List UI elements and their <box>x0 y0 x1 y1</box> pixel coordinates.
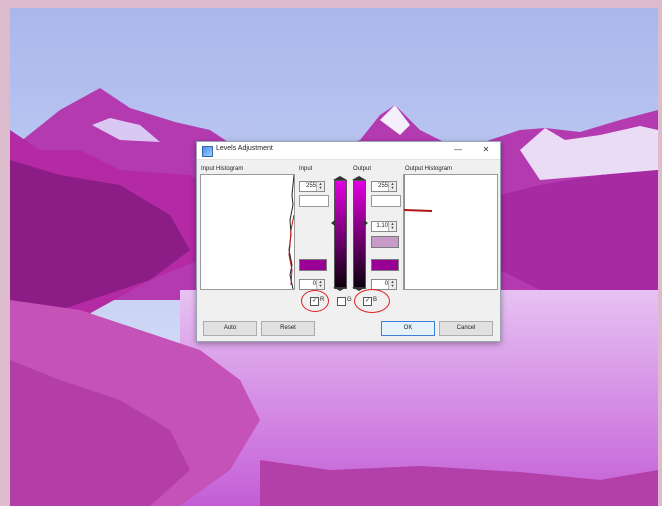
checkbox-blue[interactable]: ✓ <box>363 297 372 306</box>
close-icon[interactable]: ✕ <box>478 144 494 156</box>
dialog-title: Levels Adjustment <box>216 145 273 152</box>
input-color-swatch[interactable] <box>299 259 327 271</box>
output-blank-field[interactable] <box>371 195 401 207</box>
annotation-circle <box>354 289 390 313</box>
input-white-spinbox[interactable]: 255 ▲ ▼ <box>299 181 325 192</box>
input-histogram-label: Input Histogram <box>201 166 244 172</box>
output-gamma-swatch[interactable] <box>371 236 399 248</box>
spin-arrows-icon[interactable]: ▲ ▼ <box>316 280 324 289</box>
output-histogram <box>403 174 498 290</box>
cancel-button[interactable]: Cancel <box>439 321 493 336</box>
app-icon <box>202 146 213 157</box>
input-black-spinbox[interactable]: 0 ▲ ▼ <box>299 279 325 290</box>
output-color-swatch[interactable] <box>371 259 399 271</box>
checkbox-green-label: G <box>347 297 352 303</box>
reset-button[interactable]: Reset <box>261 321 315 336</box>
checkbox-red-label: R <box>320 297 325 303</box>
ok-button[interactable]: OK <box>381 321 435 336</box>
checkbox-green[interactable] <box>337 297 346 306</box>
input-white-value: 255 <box>305 183 316 189</box>
input-histogram <box>200 174 295 290</box>
output-label: Output <box>353 166 372 172</box>
output-histogram-label: Output Histogram <box>405 166 453 172</box>
output-gamma-spinbox[interactable]: 1.10 ▲ ▼ <box>371 221 397 232</box>
auto-button[interactable]: Auto <box>203 321 257 336</box>
spin-arrows-icon[interactable]: ▲ ▼ <box>388 182 396 191</box>
levels-adjustment-dialog: Levels Adjustment — ✕ Input Histogram In… <box>196 141 501 342</box>
input-slider-handles[interactable] <box>331 176 349 291</box>
output-white-spinbox[interactable]: 255 ▲ ▼ <box>371 181 397 192</box>
output-slider-handles[interactable] <box>350 176 368 291</box>
spin-arrows-icon[interactable]: ▲ ▼ <box>388 280 396 289</box>
checkbox-blue-label: B <box>373 297 378 303</box>
input-label: Input <box>299 166 313 172</box>
spin-arrows-icon[interactable]: ▲ ▼ <box>388 222 396 231</box>
spin-arrows-icon[interactable]: ▲ ▼ <box>316 182 324 191</box>
minimize-icon[interactable]: — <box>450 144 466 156</box>
output-gamma-value: 1.10 <box>376 223 388 229</box>
title-bar[interactable]: Levels Adjustment — ✕ <box>197 142 500 160</box>
input-blank-field[interactable] <box>299 195 329 207</box>
input-histogram-graph <box>288 174 295 290</box>
output-white-value: 255 <box>377 183 388 189</box>
output-histogram-graph <box>403 175 433 289</box>
checkbox-red[interactable]: ✓ <box>310 297 319 306</box>
